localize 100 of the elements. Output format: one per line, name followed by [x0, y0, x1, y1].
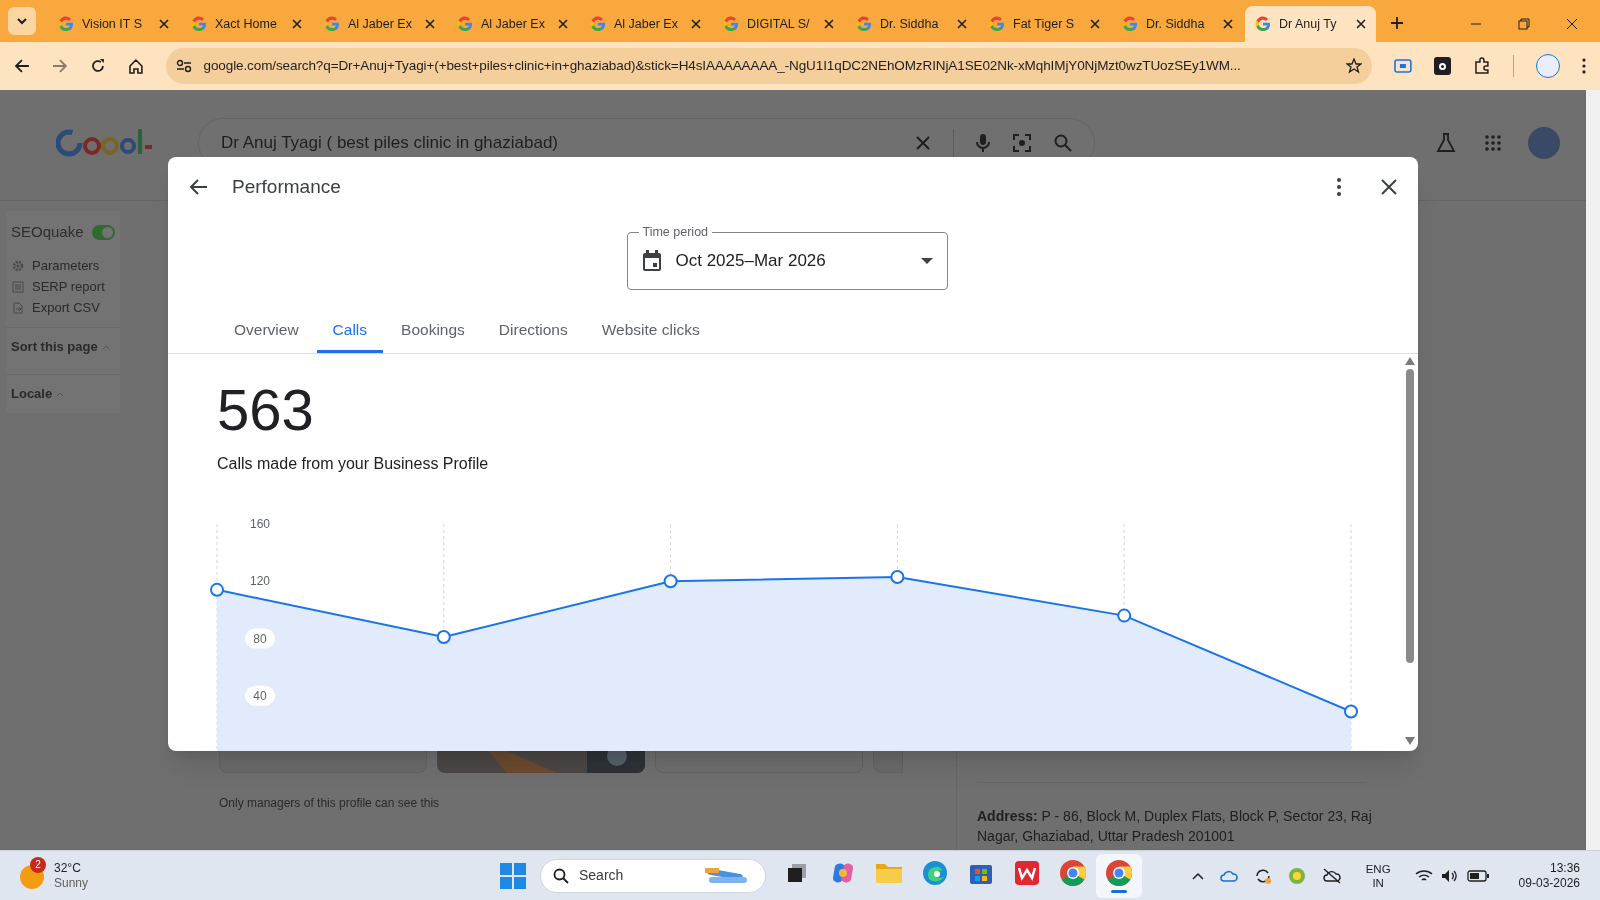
cloud-off-icon[interactable]	[1321, 867, 1342, 884]
search-placeholder: Search	[579, 866, 625, 885]
close-icon[interactable]	[425, 19, 435, 29]
close-icon[interactable]	[292, 19, 302, 29]
seoquake-toggle[interactable]	[91, 224, 115, 240]
chevron-down-icon	[16, 15, 28, 27]
close-icon[interactable]	[159, 19, 169, 29]
reload-icon[interactable]	[89, 58, 106, 74]
close-icon[interactable]	[1566, 18, 1578, 30]
y-tick-label: 120	[245, 571, 275, 592]
list-icon	[12, 281, 24, 293]
calendar-icon	[641, 250, 662, 272]
dialog-tab[interactable]: Overview	[218, 309, 315, 353]
browser-tab[interactable]: Fat Tiger S	[979, 6, 1110, 42]
clock-time[interactable]: 13:36	[1549, 860, 1580, 876]
chrome-icon	[1105, 858, 1133, 887]
data-point	[1344, 704, 1358, 719]
close-icon[interactable]	[1223, 19, 1233, 29]
microphone-icon[interactable]	[976, 133, 990, 153]
flask-icon[interactable]	[1436, 133, 1456, 153]
chevron-up-icon[interactable]	[1191, 871, 1204, 880]
apps-icon[interactable]	[1484, 134, 1502, 152]
page-scrollbar[interactable]	[1586, 90, 1600, 850]
close-icon[interactable]	[691, 19, 701, 29]
region-indicator[interactable]: IN	[1372, 875, 1384, 890]
tab-title: Dr Anuj Ty	[1279, 15, 1338, 33]
dialog-tab[interactable]: Directions	[482, 309, 584, 353]
restore-icon[interactable]	[1518, 18, 1530, 30]
chrome-icon	[1059, 858, 1087, 887]
browser-tab[interactable]: DIGITAL S/	[713, 6, 844, 42]
tab-title: Al Jaber Ex	[348, 15, 413, 33]
back-icon[interactable]	[14, 58, 30, 74]
volume-icon[interactable]	[1440, 868, 1459, 883]
y-tick-label: 40	[253, 688, 267, 703]
forward-icon[interactable]	[51, 58, 68, 74]
dialog-tab[interactable]: Calls	[316, 309, 384, 353]
google-icon	[58, 16, 74, 32]
cast-icon[interactable]	[1393, 58, 1412, 74]
profile-avatar[interactable]	[1536, 54, 1561, 78]
new-tab-icon[interactable]	[1390, 16, 1404, 30]
language-indicator[interactable]: ENG	[1365, 861, 1391, 876]
dialog-tab[interactable]: Website clicks	[585, 309, 716, 353]
google-icon	[457, 16, 473, 32]
browser-tab[interactable]: Vision IT S	[48, 6, 179, 42]
browser-tab[interactable]: Al Jaber Ex	[447, 6, 578, 42]
scroll-up-icon[interactable]	[1405, 357, 1415, 365]
browser-tab[interactable]: Dr Anuj Ty	[1245, 6, 1376, 42]
tab-search-button[interactable]	[8, 7, 36, 35]
taskbar-search[interactable]: Search	[540, 858, 766, 893]
dialog-tab[interactable]: Bookings	[385, 309, 481, 353]
more-icon[interactable]	[1582, 58, 1587, 74]
home-icon[interactable]	[127, 58, 144, 74]
close-icon[interactable]	[1090, 19, 1100, 29]
tab-title: Al Jaber Ex	[614, 15, 679, 33]
clock-date[interactable]: 09-03-2026	[1518, 875, 1580, 891]
wifi-icon[interactable]	[1414, 868, 1433, 883]
browser-tab[interactable]: Al Jaber Ex	[314, 6, 445, 42]
time-period-value: Oct 2025–Mar 2026	[675, 250, 827, 273]
weather-condition: Sunny	[54, 875, 89, 891]
close-icon[interactable]	[1356, 19, 1366, 29]
site-settings-icon[interactable]	[175, 59, 192, 73]
scroll-down-icon[interactable]	[1405, 737, 1415, 745]
google-icon	[856, 16, 872, 32]
tab-title: Dr. Siddha	[1146, 15, 1206, 33]
search-icon[interactable]	[1054, 134, 1072, 152]
edge-icon	[922, 859, 948, 886]
clear-icon[interactable]	[915, 135, 931, 151]
notification-badge: 2	[30, 856, 46, 873]
address-text: Address: P - 86, Block M, Duplex Flats, Block P, Sector 23, Raj Nagar, Ghaziabad, Uttar Pradesh 201001	[977, 807, 1373, 846]
more-icon[interactable]	[1336, 177, 1342, 197]
browser-tab[interactable]: Dr. Siddha	[846, 6, 977, 42]
extension-icon[interactable]	[1433, 57, 1452, 75]
tab-title: Dr. Siddha	[880, 15, 940, 33]
temperature: 32°C	[54, 860, 82, 876]
tab-title: Fat Tiger S	[1013, 15, 1076, 33]
cloud-icon[interactable]	[1219, 869, 1238, 882]
metric-value: 563	[217, 380, 315, 440]
seoquake-title: SEOquake	[11, 222, 84, 242]
tab-title: Al Jaber Ex	[481, 15, 546, 33]
data-point	[436, 630, 451, 645]
address-bar[interactable]: google.com/search?q=Dr+Anuj+Tyagi+(+best+piles+clinic+in+ghaziabad)&stick=H4sIAAAAAAAA_-NgU1I1qDC2NEhOMzRINjA1SE02Nk-xMqhIMjY0NjMzt0wzTUozSEy1WM...	[165, 48, 1372, 84]
windows-start-icon[interactable]	[500, 862, 526, 889]
visibility-note: Only managers of this profile can see this	[219, 795, 440, 812]
camera-icon[interactable]	[1012, 133, 1032, 153]
y-tick-label: 80	[253, 631, 267, 646]
close-icon[interactable]	[824, 19, 834, 29]
close-icon[interactable]	[558, 19, 568, 29]
data-point	[1117, 608, 1132, 623]
close-icon[interactable]	[1380, 178, 1398, 196]
browser-tab[interactable]: Al Jaber Ex	[580, 6, 711, 42]
google-icon	[191, 16, 207, 32]
battery-icon[interactable]	[1466, 869, 1489, 882]
back-arrow-icon[interactable]	[188, 177, 208, 197]
star-icon[interactable]	[1345, 58, 1362, 74]
browser-tab[interactable]: Xact Home	[181, 6, 312, 42]
browser-tab[interactable]: Dr. Siddha	[1112, 6, 1243, 42]
dialog-title: Performance	[232, 174, 341, 199]
close-icon[interactable]	[957, 19, 967, 29]
puzzle-icon[interactable]	[1473, 57, 1492, 75]
google-icon	[324, 16, 340, 32]
